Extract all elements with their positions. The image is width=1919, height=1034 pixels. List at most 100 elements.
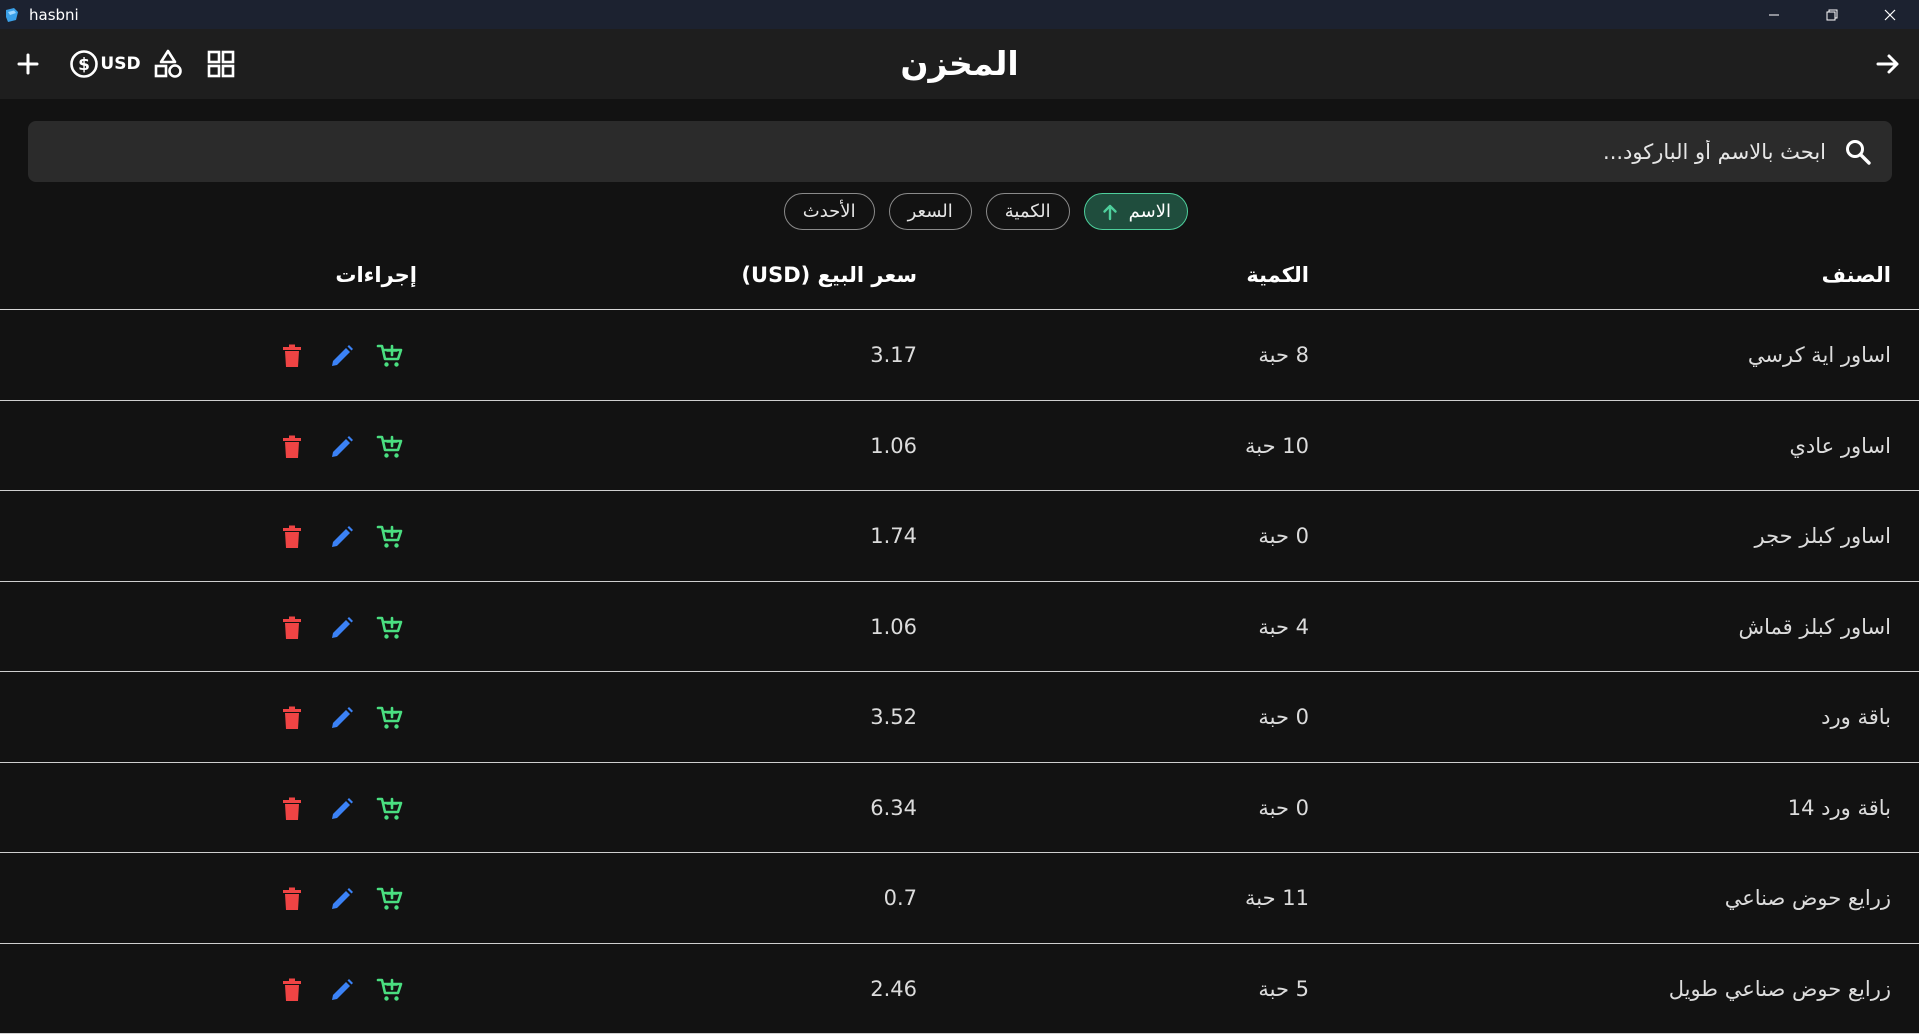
edit-button[interactable] (328, 523, 356, 551)
product-price: 3.17 (870, 310, 917, 400)
column-header-name[interactable]: الصنف (1822, 240, 1891, 310)
window-titlebar: hasbni (0, 0, 1919, 29)
table-row[interactable]: باقة ورد 140 حبة6.34 (0, 763, 1919, 854)
column-header-actions: إجراءات (335, 240, 417, 310)
delete-button[interactable] (278, 885, 306, 913)
column-header-quantity[interactable]: الكمية (1246, 240, 1309, 310)
currency-label: USD (100, 54, 140, 74)
pencil-icon (329, 977, 355, 1003)
currency-button[interactable]: $ USD (69, 29, 141, 99)
product-name: زرايع حوض صناعي طويل (1669, 944, 1891, 1034)
add-to-cart-button[interactable] (376, 976, 404, 1004)
add-to-cart-button[interactable] (376, 433, 404, 461)
add-cart-icon (376, 342, 404, 370)
product-quantity: 0 حبة (1258, 491, 1309, 581)
back-button[interactable] (1870, 29, 1906, 99)
product-price: 2.46 (870, 944, 917, 1034)
table-row[interactable]: زرايع حوض صناعي11 حبة0.7 (0, 853, 1919, 944)
table-row[interactable]: اساور كبلز قماش4 حبة1.06 (0, 582, 1919, 673)
delete-button[interactable] (278, 976, 306, 1004)
product-price: 3.52 (870, 672, 917, 762)
add-cart-icon (376, 795, 404, 823)
product-quantity: 10 حبة (1245, 401, 1309, 491)
window-controls (1745, 0, 1919, 29)
row-actions (0, 944, 410, 1034)
sort-chips: الاسم الكمية السعر الأحدث (733, 193, 1188, 231)
trash-icon (281, 796, 303, 822)
add-to-cart-button[interactable] (376, 614, 404, 642)
row-actions (0, 491, 410, 581)
search-input[interactable] (28, 121, 1840, 182)
sort-chip-price[interactable]: السعر (889, 193, 972, 230)
pencil-icon (329, 705, 355, 731)
product-quantity: 8 حبة (1258, 310, 1309, 400)
add-to-cart-button[interactable] (376, 885, 404, 913)
close-icon (1884, 9, 1896, 21)
edit-button[interactable] (328, 614, 356, 642)
search-icon (1840, 134, 1876, 170)
sort-chip-label: السعر (908, 201, 953, 222)
edit-button[interactable] (328, 704, 356, 732)
product-quantity: 5 حبة (1258, 944, 1309, 1034)
delete-button[interactable] (278, 523, 306, 551)
row-actions (0, 310, 410, 400)
edit-button[interactable] (328, 433, 356, 461)
minimize-button[interactable] (1745, 0, 1803, 29)
add-cart-icon (376, 704, 404, 732)
add-to-cart-button[interactable] (376, 795, 404, 823)
sort-chip-quantity[interactable]: الكمية (986, 193, 1070, 230)
delete-button[interactable] (278, 433, 306, 461)
edit-button[interactable] (328, 976, 356, 1004)
row-actions (0, 582, 410, 672)
row-actions (0, 401, 410, 491)
edit-button[interactable] (328, 795, 356, 823)
column-header-price[interactable]: سعر البيع (USD) (741, 240, 917, 310)
product-price: 1.06 (870, 401, 917, 491)
table-row[interactable]: اساور عادي 10 حبة 1.06 (0, 401, 1919, 492)
add-cart-icon (376, 885, 404, 913)
edit-button[interactable] (328, 342, 356, 370)
product-name: اساور عادي (1789, 401, 1891, 491)
table-row[interactable]: زرايع حوض صناعي طويل 5 حبة 2.46 (0, 944, 1919, 1034)
product-quantity: 0 حبة (1258, 763, 1309, 853)
row-actions (0, 853, 410, 943)
add-to-cart-button[interactable] (376, 523, 404, 551)
table-row[interactable]: اساور اية كرسي8 حبة3.17 (0, 310, 1919, 401)
product-quantity: 0 حبة (1258, 672, 1309, 762)
table-row[interactable]: اساور كبلز حجر0 حبة1.74 (0, 491, 1919, 582)
product-price: 0.7 (884, 853, 917, 943)
add-to-cart-button[interactable] (376, 342, 404, 370)
table-body: اساور اية كرسي8 حبة3.17اساور عادي10 حبة1… (0, 310, 1919, 1034)
product-price: 1.74 (870, 491, 917, 581)
trash-icon (281, 886, 303, 912)
trash-icon (281, 434, 303, 460)
window-title: hasbni (29, 6, 79, 24)
categories-button[interactable] (150, 29, 186, 99)
app-logo-icon (4, 7, 20, 23)
delete-button[interactable] (278, 795, 306, 823)
inventory-table: الصنف الكمية سعر البيع (USD) إجراءات اسا… (0, 240, 1919, 1034)
delete-button[interactable] (278, 614, 306, 642)
add-product-button[interactable] (10, 29, 46, 99)
arrow-up-icon (1101, 203, 1119, 221)
grid-icon (207, 50, 235, 78)
pencil-icon (329, 434, 355, 460)
delete-button[interactable] (278, 704, 306, 732)
table-row[interactable]: باقة ورد0 حبة3.52 (0, 672, 1919, 763)
product-price: 6.34 (870, 763, 917, 853)
sort-chip-label: الأحدث (803, 201, 856, 222)
pencil-icon (329, 615, 355, 641)
sort-chip-newest[interactable]: الأحدث (784, 193, 875, 230)
product-quantity: 11 حبة (1245, 853, 1309, 943)
product-price: 1.06 (870, 582, 917, 672)
delete-button[interactable] (278, 342, 306, 370)
sort-chip-name[interactable]: الاسم (1084, 193, 1188, 230)
sort-chip-label: الاسم (1129, 201, 1171, 222)
restore-button[interactable] (1803, 0, 1861, 29)
add-to-cart-button[interactable] (376, 704, 404, 732)
close-window-button[interactable] (1861, 0, 1919, 29)
edit-button[interactable] (328, 885, 356, 913)
shapes-icon (153, 49, 183, 79)
grid-view-button[interactable] (203, 29, 239, 99)
pencil-icon (329, 524, 355, 550)
